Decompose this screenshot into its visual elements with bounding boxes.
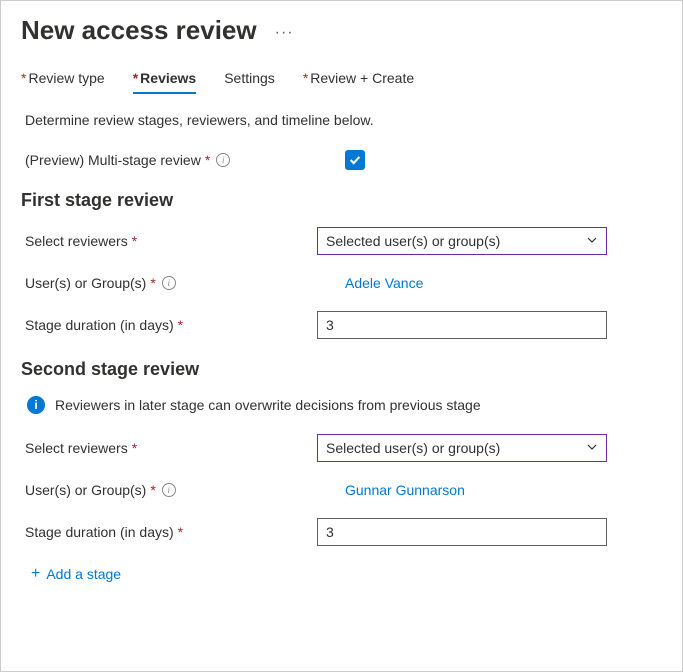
required-star-icon: * bbox=[178, 524, 183, 540]
dropdown-value: Selected user(s) or group(s) bbox=[326, 440, 500, 456]
stage2-user-link[interactable]: Gunnar Gunnarson bbox=[345, 482, 465, 498]
page-frame: New access review ··· *Review type *Revi… bbox=[0, 0, 683, 672]
required-star-icon: * bbox=[132, 440, 137, 456]
tab-strip: *Review type *Reviews Settings *Review +… bbox=[21, 66, 662, 94]
stage2-select-reviewers-row: Select reviewers * Selected user(s) or g… bbox=[25, 434, 662, 462]
more-actions-icon[interactable]: ··· bbox=[275, 20, 294, 42]
second-stage-heading: Second stage review bbox=[21, 359, 662, 380]
dropdown-value: Selected user(s) or group(s) bbox=[326, 233, 500, 249]
field-label: Stage duration (in days) * bbox=[25, 524, 317, 540]
tab-review-create[interactable]: *Review + Create bbox=[303, 66, 414, 94]
required-star-icon: * bbox=[205, 152, 210, 168]
stage1-select-reviewers-row: Select reviewers * Selected user(s) or g… bbox=[25, 227, 662, 255]
tab-label: Review type bbox=[28, 70, 104, 86]
field-label: User(s) or Group(s) * i bbox=[25, 482, 317, 498]
required-star-icon: * bbox=[178, 317, 183, 333]
info-icon: i bbox=[27, 396, 45, 414]
stage2-duration-row: Stage duration (in days) * bbox=[25, 518, 662, 546]
multi-stage-label: (Preview) Multi-stage review * i bbox=[25, 152, 317, 168]
tab-review-type[interactable]: *Review type bbox=[21, 66, 105, 94]
add-stage-link[interactable]: + Add a stage bbox=[31, 566, 662, 582]
overwrite-info-banner: i Reviewers in later stage can overwrite… bbox=[25, 396, 662, 414]
field-label: Select reviewers * bbox=[25, 233, 317, 249]
field-label: Select reviewers * bbox=[25, 440, 317, 456]
first-stage-heading: First stage review bbox=[21, 190, 662, 211]
chevron-down-icon bbox=[586, 441, 598, 456]
tab-label: Review + Create bbox=[310, 70, 414, 86]
stage1-select-reviewers-dropdown[interactable]: Selected user(s) or group(s) bbox=[317, 227, 607, 255]
chevron-down-icon bbox=[586, 234, 598, 249]
stage1-user-link[interactable]: Adele Vance bbox=[345, 275, 423, 291]
intro-text: Determine review stages, reviewers, and … bbox=[25, 112, 662, 128]
required-star-icon: * bbox=[150, 275, 155, 291]
multi-stage-checkbox[interactable] bbox=[345, 150, 365, 170]
required-star-icon: * bbox=[21, 70, 26, 86]
required-star-icon: * bbox=[132, 233, 137, 249]
tab-reviews[interactable]: *Reviews bbox=[133, 66, 197, 94]
field-label: User(s) or Group(s) * i bbox=[25, 275, 317, 291]
stage2-duration-input[interactable] bbox=[317, 518, 607, 546]
plus-icon: + bbox=[31, 566, 40, 582]
info-icon[interactable]: i bbox=[162, 483, 176, 497]
required-star-icon: * bbox=[133, 70, 138, 86]
required-star-icon: * bbox=[303, 70, 308, 86]
multi-stage-row: (Preview) Multi-stage review * i bbox=[25, 150, 662, 170]
tab-label: Settings bbox=[224, 70, 275, 86]
page-title: New access review bbox=[21, 15, 257, 46]
add-stage-label: Add a stage bbox=[46, 566, 121, 582]
required-star-icon: * bbox=[150, 482, 155, 498]
field-label: Stage duration (in days) * bbox=[25, 317, 317, 333]
stage1-users-row: User(s) or Group(s) * i Adele Vance bbox=[25, 275, 662, 291]
info-icon[interactable]: i bbox=[162, 276, 176, 290]
stage1-duration-row: Stage duration (in days) * bbox=[25, 311, 662, 339]
header-row: New access review ··· bbox=[21, 15, 662, 46]
tab-label: Reviews bbox=[140, 70, 196, 86]
stage2-users-row: User(s) or Group(s) * i Gunnar Gunnarson bbox=[25, 482, 662, 498]
stage1-duration-input[interactable] bbox=[317, 311, 607, 339]
checkmark-icon bbox=[348, 153, 362, 167]
stage2-select-reviewers-dropdown[interactable]: Selected user(s) or group(s) bbox=[317, 434, 607, 462]
tab-settings[interactable]: Settings bbox=[224, 66, 275, 94]
info-message: Reviewers in later stage can overwrite d… bbox=[55, 397, 481, 413]
info-icon[interactable]: i bbox=[216, 153, 230, 167]
